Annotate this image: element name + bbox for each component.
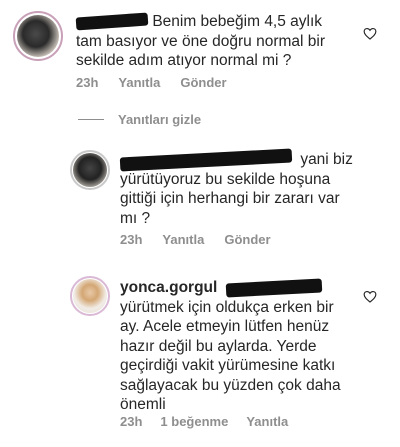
reply-button[interactable]: Yanıtla bbox=[246, 414, 288, 429]
hide-replies-label: Yanıtları gizle bbox=[118, 112, 202, 127]
comment-text: yani biz bbox=[300, 151, 353, 168]
reply-button[interactable]: Yanıtla bbox=[118, 75, 160, 90]
comment-text: yürütmek için oldukça erken bir bbox=[120, 298, 334, 316]
comment-text: Benim bebeğim 4,5 aylık bbox=[152, 13, 323, 30]
comment-timestamp: 23h bbox=[76, 75, 99, 90]
comment-text: mı ? bbox=[120, 209, 151, 227]
hide-replies-button[interactable]: Yanıtları gizle bbox=[78, 112, 201, 127]
redacted-mention bbox=[225, 278, 322, 298]
heart-icon[interactable] bbox=[363, 290, 377, 303]
comment-item: Benim bebeğim 4,5 aylık tam basıyor ve ö… bbox=[0, 0, 400, 100]
reply-item: yonca.gorgul yürütmek için oldukça erken… bbox=[0, 270, 400, 447]
avatar[interactable] bbox=[73, 279, 107, 313]
reply-button[interactable]: Yanıtla bbox=[162, 232, 204, 247]
comment-text: önemli bbox=[120, 396, 166, 413]
likes-count[interactable]: 1 beğenme bbox=[160, 414, 228, 429]
send-button[interactable]: Gönder bbox=[180, 75, 226, 90]
comment-username[interactable]: yonca.gorgul bbox=[120, 279, 217, 296]
comment-text: ay. Acele etmeyin lütfen henüz bbox=[120, 318, 330, 335]
comment-text: hazır değil bu aylarda. Yerde bbox=[120, 337, 317, 355]
comment-text: tam basıyor ve öne doğru normal bir bbox=[76, 32, 325, 50]
redacted-username bbox=[75, 12, 149, 31]
heart-icon[interactable] bbox=[363, 27, 377, 40]
redacted-username bbox=[119, 148, 293, 172]
reply-item: yani biz yürütüyoruz bu sekilde hoşuna g… bbox=[0, 140, 400, 260]
comment-text: sekilde adım atıyor normal mi ? bbox=[76, 52, 292, 69]
comment-text: geçirdiği vakit yürümesine katkı bbox=[120, 357, 336, 374]
divider-line bbox=[78, 119, 104, 120]
comment-text: sağlayacak bu yüzden çok daha bbox=[120, 376, 341, 394]
avatar[interactable] bbox=[17, 15, 59, 57]
send-button[interactable]: Gönder bbox=[224, 232, 270, 247]
avatar[interactable] bbox=[73, 153, 107, 187]
comment-text: yürütüyoruz bu sekilde hoşuna bbox=[120, 170, 331, 188]
comment-text: gittiği için herhangi bir zararı var bbox=[120, 190, 340, 207]
comment-timestamp: 23h bbox=[120, 232, 143, 247]
comment-timestamp: 23h bbox=[120, 414, 143, 429]
